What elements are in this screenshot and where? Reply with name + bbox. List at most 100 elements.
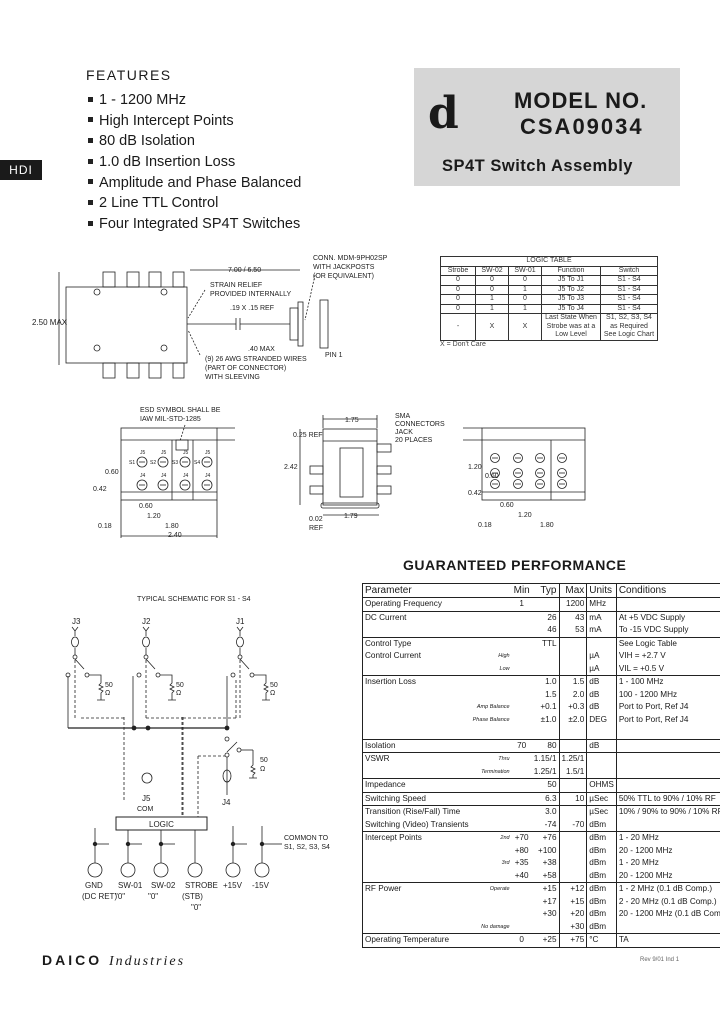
performance-cell-max: 1.5/1 <box>558 765 587 779</box>
performance-cell-typ: -74 <box>544 819 557 829</box>
performance-cell-s: Amp Balance <box>476 704 510 711</box>
performance-cell-u: dBm <box>586 831 617 845</box>
logic-block: LOGIC <box>149 820 174 829</box>
dc-block-icon <box>236 636 244 648</box>
performance-row: Intercept Points 2nd +70 +76 dBm 1 - 20 MHz <box>362 831 720 845</box>
performance-cell-u: dBm <box>586 857 617 870</box>
performance-cell-s <box>470 610 512 624</box>
dim: 0.25 REF <box>293 432 323 439</box>
performance-row: VSWR Thru 1.15/1 1.25/1 <box>362 752 720 766</box>
performance-cell-typ: 1.15/1 <box>531 752 559 766</box>
performance-row: Switching (Video) Transients -74 -70 dBm <box>363 818 720 832</box>
schematic-title: TYPICAL SCHEMATIC FOR S1 - S4 <box>137 596 251 603</box>
performance-row: RF Power Operate +15 +12 dBm 1 - 2 MHz (0.1 d… <box>362 882 720 896</box>
performance-cell-p <box>363 870 471 883</box>
performance-cell-min <box>512 908 532 921</box>
performance-cell-u: dBm <box>586 818 617 832</box>
performance-cell-p <box>363 701 471 714</box>
performance-table: Parameter Min Typ Max Units Conditions Operati… <box>362 583 720 948</box>
side-view-drawing: 1.75 0.25 REF 2.42 0.02 REF 1.79 SMA CON… <box>284 413 445 532</box>
performance-row: +17 +15 dBm 2 - 20 MHz (0.1 dB Comp.) <box>363 895 720 908</box>
performance-row: Impedance 50 OHMS <box>362 778 720 792</box>
logic-cell: J5 To J4 <box>541 303 601 314</box>
dim: 1.80 <box>540 522 554 529</box>
pin-name: SW-01 <box>118 881 143 890</box>
performance-cell-p <box>363 908 471 921</box>
strain-relief-note: PROVIDED INTERNALLY <box>210 291 291 298</box>
dim: 0.42 <box>93 486 107 493</box>
port-j1: J1 <box>236 617 245 626</box>
pin-sub: "0" <box>148 892 158 901</box>
performance-cell-c <box>615 597 720 611</box>
port-label: J5 <box>183 450 189 456</box>
pin-terminal-icon <box>120 862 136 878</box>
connector-note: (OR EQUIVALENT) <box>313 273 374 280</box>
performance-header: Units <box>586 583 617 598</box>
pin-terminal-icon <box>254 862 270 878</box>
outline-drawing: 2.50 MAX 7.00 / 6.50 CONN. MDM-9PH02SP W… <box>32 255 388 381</box>
performance-row: Switching Speed 6.3 10 µSec 50% TTL to 90% /… <box>362 791 720 806</box>
performance-cell-typ: 1.25/1 <box>533 766 557 776</box>
performance-cell-p: RF Power <box>362 882 471 896</box>
performance-cell-min: +80 <box>514 845 529 855</box>
performance-cell-min <box>512 624 532 637</box>
performance-cell-s <box>471 819 512 832</box>
logic-cell: J5 To J3 <box>541 294 601 305</box>
pin-sub: (DC RET) <box>82 892 117 901</box>
performance-header: Min <box>513 584 530 596</box>
dim: REF <box>309 525 323 532</box>
performance-cell-c: VIL = +0.5 V <box>615 662 720 676</box>
performance-row: +80 +100 dBm 20 - 1200 MHz <box>363 844 720 858</box>
performance-cell-s <box>471 689 512 702</box>
performance-cell-max: +0.3 <box>558 701 587 714</box>
performance-cell-u: µSec <box>586 805 617 819</box>
dim: 2.42 <box>284 464 298 471</box>
performance-cell-u: dB <box>586 738 617 753</box>
performance-cell-min <box>512 921 532 934</box>
dim: 1.20 <box>518 512 532 519</box>
performance-header: Conditions <box>615 583 720 598</box>
switch-label: S2 <box>150 460 156 466</box>
port-j4: J4 <box>222 798 231 807</box>
performance-header: Max <box>558 583 587 598</box>
bottom-view-drawing: 1.20 0.60 0.42 0.60 1.20 1.80 0.18 <box>463 427 586 529</box>
performance-cell-max <box>558 636 587 650</box>
performance-cell-max: +12 <box>558 882 587 896</box>
connector-note: CONN. MDM-9PH02SP <box>313 255 388 262</box>
footer-brand: DAICO Industries <box>42 952 185 970</box>
performance-cell-u: dBm <box>586 869 617 883</box>
logic-table-title: LOGIC TABLE <box>440 256 658 267</box>
dim: 0.60 <box>139 503 153 510</box>
performance-cell-min: 70 <box>511 738 532 753</box>
brand-script: Industries <box>109 954 186 969</box>
port-label: J4 <box>161 473 167 479</box>
performance-cell-min <box>511 791 532 806</box>
performance-cell-max: +15 <box>558 895 587 908</box>
performance-cell-u: dBm <box>586 920 617 934</box>
performance-cell-min: +35 <box>514 858 529 868</box>
dim-connector-depth: .40 MAX <box>248 346 275 353</box>
performance-cell-min: 1 <box>511 597 532 611</box>
performance-cell-s <box>471 845 512 858</box>
performance-row: Insertion Loss 1.0 1.5 dB 1 - 100 MHz <box>362 675 720 689</box>
port-label: J4 <box>183 473 189 479</box>
performance-cell-typ: 1.5 <box>545 689 557 699</box>
performance-cell-u: °C <box>586 933 617 947</box>
pin-1-label: PIN 1 <box>325 352 343 359</box>
performance-cell-p <box>363 857 471 870</box>
performance-row: Isolation 70 80 dB <box>362 738 720 753</box>
performance-cell-max: -70 <box>558 818 587 832</box>
performance-cell-s: Thru <box>470 752 512 766</box>
performance-cell-u: DEG <box>586 713 617 726</box>
performance-cell-c: VIH = +2.7 V <box>615 650 720 663</box>
port-j3: J3 <box>72 617 81 626</box>
pin-terminal-icon <box>153 862 169 878</box>
performance-cell-s: Operate <box>470 882 512 896</box>
performance-row: 3rd +35 +38 dBm 1 - 20 MHz <box>363 857 720 870</box>
logic-cell: 0 <box>508 275 542 286</box>
dim: 0.60 <box>105 469 119 476</box>
performance-cell-max <box>558 869 587 883</box>
port-label: J5 <box>140 450 146 456</box>
performance-cell-min <box>512 714 532 727</box>
performance-cell-c <box>615 738 720 753</box>
